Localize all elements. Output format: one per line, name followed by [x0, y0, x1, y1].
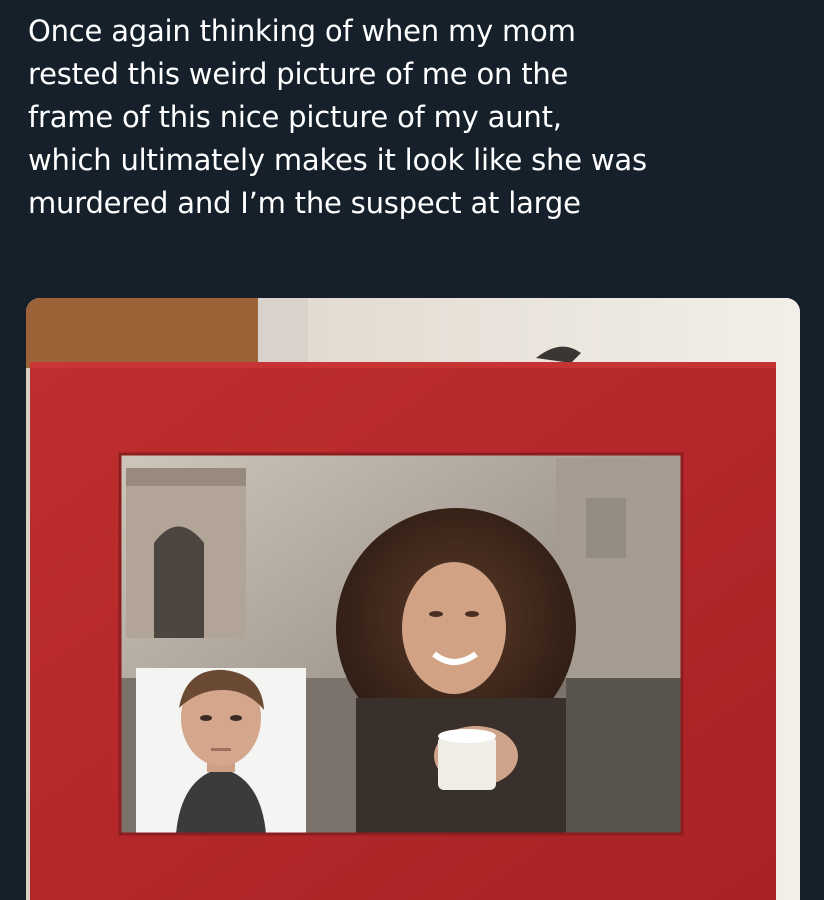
portrait-photo [136, 668, 306, 834]
post-text: Once again thinking of when my mom reste… [28, 14, 647, 220]
post-photo[interactable] [26, 298, 800, 900]
